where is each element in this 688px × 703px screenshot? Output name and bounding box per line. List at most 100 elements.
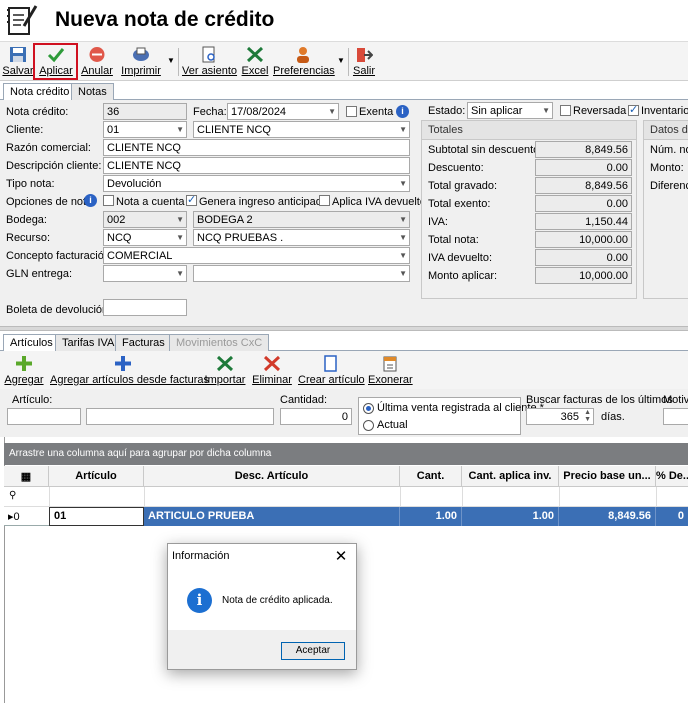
preferencias-button[interactable]: Preferencias xyxy=(273,42,335,80)
iva-value: 1,150.44 xyxy=(535,213,632,230)
column-chooser-icon[interactable]: ▦ xyxy=(4,466,49,487)
fecha-field[interactable]: 17/08/2024 ▼ xyxy=(227,103,339,120)
close-icon[interactable]: ✕ xyxy=(332,547,350,565)
cell-cant[interactable]: 1.00 xyxy=(400,507,462,526)
monto-aplicar-value: 10,000.00 xyxy=(535,267,632,284)
concepto-field[interactable]: COMERCIAL ▼ xyxy=(103,247,410,264)
table-row[interactable]: ▸0 01 ARTICULO PRUEBA 1.00 1.00 8,849.56… xyxy=(4,507,688,526)
imprimir-button[interactable]: Imprimir xyxy=(118,42,164,80)
ultima-venta-radio[interactable] xyxy=(363,403,374,414)
salvar-button[interactable]: Salvar xyxy=(2,42,34,80)
articulo-desc-input[interactable] xyxy=(86,408,274,425)
actual-radio[interactable] xyxy=(363,420,374,431)
col-articulo[interactable]: Artículo xyxy=(49,466,144,487)
dias-label: días. xyxy=(601,411,625,423)
reversada-label: Reversada xyxy=(573,105,627,117)
precio-options-group: Última venta registrada al cliente * Act… xyxy=(358,397,544,435)
nota-cuenta-checkbox[interactable] xyxy=(103,195,114,206)
subtotal-value: 8,849.56 xyxy=(535,141,632,158)
reversada-checkbox[interactable] xyxy=(560,105,571,116)
filter-row[interactable]: ⚲ xyxy=(4,487,688,507)
estado-field[interactable]: Sin aplicar ▼ xyxy=(467,102,553,119)
descripcion-field[interactable]: CLIENTE NCQ xyxy=(103,157,410,174)
buscar-dias-input[interactable]: 365 ▲ ▼ xyxy=(526,408,594,425)
save-icon xyxy=(10,47,26,62)
genera-checkbox[interactable] xyxy=(186,193,197,206)
agregar-desde-facturas-button[interactable]: Agregar artículos desde facturas xyxy=(50,351,209,389)
delete-x-icon xyxy=(263,355,281,372)
cliente-name-field[interactable]: CLIENTE NCQ ▼ xyxy=(193,121,410,138)
articulo-code-input[interactable] xyxy=(7,408,81,425)
importar-button[interactable]: Importar xyxy=(204,351,246,389)
excel-icon xyxy=(246,46,264,63)
salir-button[interactable]: Salir xyxy=(352,42,376,80)
tab-tarifas-iva[interactable]: Tarifas IVA xyxy=(55,334,122,351)
boleta-field[interactable] xyxy=(103,299,187,316)
cell-precio-base[interactable]: 8,849.56 xyxy=(559,507,656,526)
tab-articulos[interactable]: Artículos xyxy=(3,334,60,352)
group-by-area[interactable]: Arrastre una columna aquí para agrupar p… xyxy=(4,443,688,465)
recurso-name-value: NCQ PRUEBAS . xyxy=(197,232,284,244)
dialog-footer: Aceptar xyxy=(168,630,356,669)
datos-title: Datos de xyxy=(644,121,688,140)
motivo-input[interactable] xyxy=(663,408,688,425)
recurso-code-field[interactable]: NCQ ▼ xyxy=(103,229,187,246)
cell-articulo[interactable]: 01 xyxy=(49,507,144,526)
cantidad-input[interactable]: 0 xyxy=(280,408,352,425)
exenta-checkbox[interactable] xyxy=(346,106,357,117)
info-icon[interactable]: i xyxy=(396,105,409,118)
row-index: 0 xyxy=(13,511,20,523)
estado-label: Estado: xyxy=(428,105,466,117)
total-gravado-value: 8,849.56 xyxy=(535,177,632,194)
aplica-iva-checkbox[interactable] xyxy=(319,195,330,206)
cliente-code-field[interactable]: 01 ▼ xyxy=(103,121,187,138)
excel-button[interactable]: Excel xyxy=(240,42,270,80)
bodega-name-field[interactable]: BODEGA 2 ▼ xyxy=(193,211,410,228)
descuento-label: Descuento: xyxy=(428,162,484,174)
col-cant[interactable]: Cant. xyxy=(400,466,462,487)
articulo-label: Artículo: xyxy=(12,394,53,406)
agregar-button[interactable]: Agregar xyxy=(4,351,44,389)
nota-credito-field[interactable]: 36 xyxy=(103,103,187,120)
information-icon: i xyxy=(187,588,212,613)
total-nota-value: 10,000.00 xyxy=(535,231,632,248)
detail-tabs: Artículos Tarifas IVA Facturas Movimient… xyxy=(0,332,688,352)
bodega-code-field[interactable]: 002 ▼ xyxy=(103,211,187,228)
col-descuento[interactable]: % De... xyxy=(656,466,688,487)
cell-descuento[interactable]: 0 xyxy=(656,507,688,526)
eliminar-button[interactable]: Eliminar xyxy=(252,351,292,389)
col-cant-aplica-inv[interactable]: Cant. aplica inv. xyxy=(462,466,559,487)
notebook-edit-icon xyxy=(7,5,38,35)
ver-asiento-button[interactable]: Ver asiento xyxy=(182,42,237,80)
recurso-name-field[interactable]: NCQ PRUEBAS . ▼ xyxy=(193,229,410,246)
user-settings-icon xyxy=(297,47,309,63)
razon-field[interactable]: CLIENTE NCQ xyxy=(103,139,410,156)
concepto-label: Concepto facturación: xyxy=(6,250,114,262)
tab-facturas[interactable]: Facturas xyxy=(115,334,172,351)
descripcion-label: Descripción cliente: xyxy=(6,160,102,172)
totales-panel: Totales Subtotal sin descuento: 8,849.56… xyxy=(421,120,637,299)
crear-articulo-button[interactable]: Crear artículo xyxy=(298,351,365,389)
cell-cant-aplica-inv[interactable]: 1.00 xyxy=(462,507,559,526)
cliente-code-value: 01 xyxy=(107,124,120,136)
inventario-checkbox[interactable] xyxy=(628,103,639,116)
anular-button[interactable]: Anular xyxy=(80,42,114,80)
chevron-down-icon: ▼ xyxy=(399,233,407,242)
gln-name-field[interactable]: ▼ xyxy=(193,265,410,282)
tipo-field[interactable]: Devolución ▼ xyxy=(103,175,410,192)
col-desc-articulo[interactable]: Desc. Artículo xyxy=(144,466,400,487)
exonerar-button[interactable]: Exonerar xyxy=(368,351,413,389)
filter-icon[interactable]: ⚲ xyxy=(9,490,16,501)
cell-desc-articulo[interactable]: ARTICULO PRUEBA xyxy=(144,507,400,526)
spinner-icon[interactable]: ▲ ▼ xyxy=(584,409,591,423)
imprimir-dropdown-icon[interactable]: ▼ xyxy=(167,56,175,65)
tab-notas[interactable]: Notas xyxy=(71,83,114,100)
info-icon[interactable]: i xyxy=(84,194,97,207)
preferencias-dropdown-icon[interactable]: ▼ xyxy=(337,56,345,65)
monto-aplicar-label: Monto aplicar: xyxy=(428,270,498,282)
col-precio-base[interactable]: Precio base un... xyxy=(559,466,656,487)
splitter[interactable] xyxy=(0,326,688,331)
gln-code-field[interactable]: ▼ xyxy=(103,265,187,282)
aceptar-button[interactable]: Aceptar xyxy=(281,642,345,660)
tab-nota-credito[interactable]: Nota crédito xyxy=(3,83,77,101)
